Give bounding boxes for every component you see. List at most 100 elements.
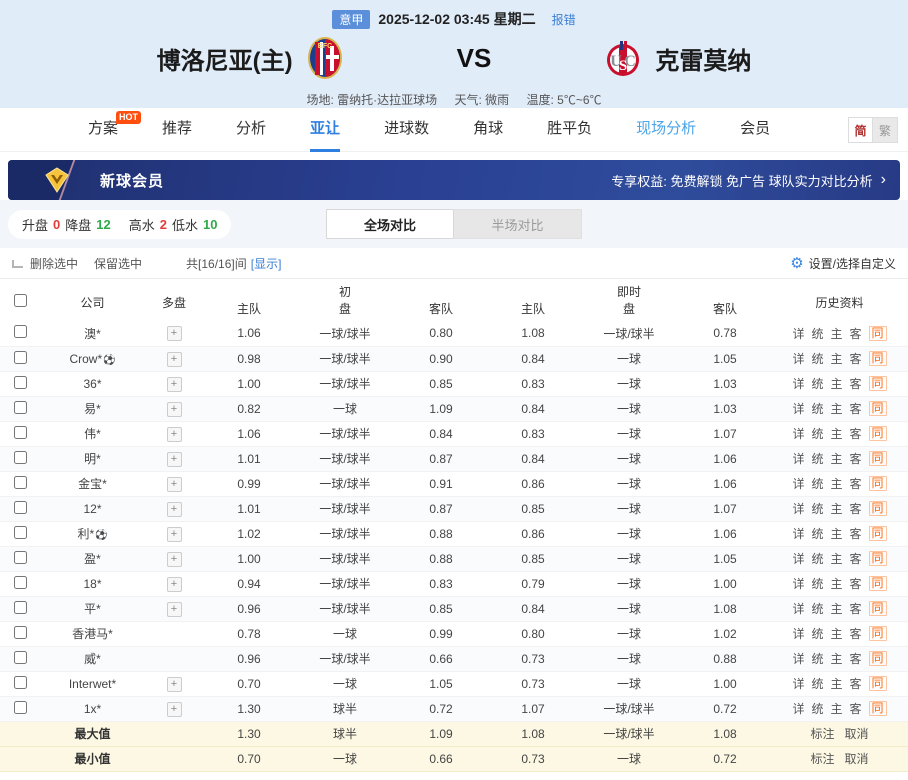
history-link-away[interactable]: 客 — [850, 575, 862, 592]
history-link-same[interactable]: 同 — [869, 326, 887, 341]
history-link-detail[interactable]: 详 — [792, 700, 804, 717]
multi-odds-expand-button[interactable]: + — [167, 502, 182, 517]
history-link-home[interactable]: 主 — [831, 400, 843, 417]
tab-goals[interactable]: 进球数 — [384, 108, 429, 152]
history-link-stats[interactable]: 统 — [812, 450, 824, 467]
tab-halftime-compare[interactable]: 半场对比 — [454, 209, 582, 239]
history-link-stats[interactable]: 统 — [812, 600, 824, 617]
history-link-same[interactable]: 同 — [869, 476, 887, 491]
tab-analysis[interactable]: 分析 — [236, 108, 266, 152]
vip-banner[interactable]: 新球会员 专享权益: 免费解锁 免广告 球队实力对比分析 › — [8, 160, 900, 200]
cancel-button[interactable]: 取消 — [845, 750, 869, 767]
history-link-away[interactable]: 客 — [850, 350, 862, 367]
history-link-away[interactable]: 客 — [850, 375, 862, 392]
history-link-detail[interactable]: 详 — [792, 550, 804, 567]
history-link-away[interactable]: 客 — [850, 550, 862, 567]
keep-selected-button[interactable]: 保留选中 — [94, 255, 142, 272]
history-link-home[interactable]: 主 — [831, 550, 843, 567]
league-badge[interactable]: 意甲 — [332, 10, 370, 29]
history-link-same[interactable]: 同 — [869, 551, 887, 566]
history-link-stats[interactable]: 统 — [812, 325, 824, 342]
tab-live-analysis[interactable]: 现场分析 — [636, 108, 696, 152]
row-checkbox[interactable] — [14, 651, 27, 664]
history-link-stats[interactable]: 统 — [812, 375, 824, 392]
row-checkbox[interactable] — [14, 325, 27, 338]
lang-simplified-button[interactable]: 简 — [848, 117, 873, 143]
row-checkbox[interactable] — [14, 601, 27, 614]
history-link-away[interactable]: 客 — [850, 700, 862, 717]
history-link-detail[interactable]: 详 — [792, 325, 804, 342]
tab-corners[interactable]: 角球 — [473, 108, 503, 152]
tab-membership[interactable]: 会员 — [740, 108, 770, 152]
history-link-detail[interactable]: 详 — [792, 350, 804, 367]
history-link-home[interactable]: 主 — [831, 450, 843, 467]
history-link-home[interactable]: 主 — [831, 375, 843, 392]
multi-odds-expand-button[interactable]: + — [167, 602, 182, 617]
tab-fulltime-compare[interactable]: 全场对比 — [326, 209, 454, 239]
multi-odds-expand-button[interactable]: + — [167, 377, 182, 392]
history-link-home[interactable]: 主 — [831, 625, 843, 642]
multi-odds-expand-button[interactable]: + — [167, 477, 182, 492]
history-link-away[interactable]: 客 — [850, 425, 862, 442]
history-link-home[interactable]: 主 — [831, 350, 843, 367]
history-link-detail[interactable]: 详 — [792, 675, 804, 692]
history-link-same[interactable]: 同 — [869, 626, 887, 641]
multi-odds-expand-button[interactable]: + — [167, 677, 182, 692]
delete-selected-button[interactable]: 删除选中 — [30, 255, 78, 272]
row-checkbox[interactable] — [14, 476, 27, 489]
tab-recommend[interactable]: 推荐 — [162, 108, 192, 152]
row-checkbox[interactable] — [14, 551, 27, 564]
history-link-same[interactable]: 同 — [869, 501, 887, 516]
history-link-stats[interactable]: 统 — [812, 650, 824, 667]
history-link-stats[interactable]: 统 — [812, 350, 824, 367]
history-link-same[interactable]: 同 — [869, 651, 887, 666]
history-link-home[interactable]: 主 — [831, 425, 843, 442]
history-link-detail[interactable]: 详 — [792, 425, 804, 442]
history-link-stats[interactable]: 统 — [812, 500, 824, 517]
history-link-home[interactable]: 主 — [831, 700, 843, 717]
history-link-away[interactable]: 客 — [850, 325, 862, 342]
history-link-same[interactable]: 同 — [869, 351, 887, 366]
multi-odds-expand-button[interactable]: + — [167, 326, 182, 341]
row-checkbox[interactable] — [14, 351, 27, 364]
history-link-away[interactable]: 客 — [850, 675, 862, 692]
cancel-button[interactable]: 取消 — [845, 725, 869, 742]
history-link-same[interactable]: 同 — [869, 426, 887, 441]
history-link-same[interactable]: 同 — [869, 701, 887, 716]
history-link-stats[interactable]: 统 — [812, 475, 824, 492]
history-link-detail[interactable]: 详 — [792, 575, 804, 592]
tab-plans[interactable]: 方案 HOT — [88, 108, 118, 152]
history-link-away[interactable]: 客 — [850, 400, 862, 417]
mark-button[interactable]: 标注 — [811, 725, 835, 742]
show-link[interactable]: [显示] — [251, 255, 282, 272]
row-checkbox[interactable] — [14, 576, 27, 589]
multi-odds-expand-button[interactable]: + — [167, 577, 182, 592]
history-link-stats[interactable]: 统 — [812, 425, 824, 442]
row-checkbox[interactable] — [14, 676, 27, 689]
history-link-detail[interactable]: 详 — [792, 400, 804, 417]
history-link-stats[interactable]: 统 — [812, 575, 824, 592]
multi-odds-expand-button[interactable]: + — [167, 402, 182, 417]
history-link-detail[interactable]: 详 — [792, 475, 804, 492]
history-link-away[interactable]: 客 — [850, 625, 862, 642]
history-link-home[interactable]: 主 — [831, 600, 843, 617]
multi-odds-expand-button[interactable]: + — [167, 452, 182, 467]
history-link-detail[interactable]: 详 — [792, 525, 804, 542]
history-link-stats[interactable]: 统 — [812, 400, 824, 417]
multi-odds-expand-button[interactable]: + — [167, 427, 182, 442]
history-link-detail[interactable]: 详 — [792, 500, 804, 517]
history-link-home[interactable]: 主 — [831, 500, 843, 517]
history-link-detail[interactable]: 详 — [792, 450, 804, 467]
row-checkbox[interactable] — [14, 626, 27, 639]
history-link-stats[interactable]: 统 — [812, 625, 824, 642]
multi-odds-expand-button[interactable]: + — [167, 527, 182, 542]
history-link-same[interactable]: 同 — [869, 376, 887, 391]
row-checkbox[interactable] — [14, 526, 27, 539]
history-link-detail[interactable]: 详 — [792, 625, 804, 642]
history-link-same[interactable]: 同 — [869, 526, 887, 541]
history-link-away[interactable]: 客 — [850, 525, 862, 542]
history-link-detail[interactable]: 详 — [792, 375, 804, 392]
row-checkbox[interactable] — [14, 401, 27, 414]
history-link-stats[interactable]: 统 — [812, 700, 824, 717]
history-link-away[interactable]: 客 — [850, 500, 862, 517]
